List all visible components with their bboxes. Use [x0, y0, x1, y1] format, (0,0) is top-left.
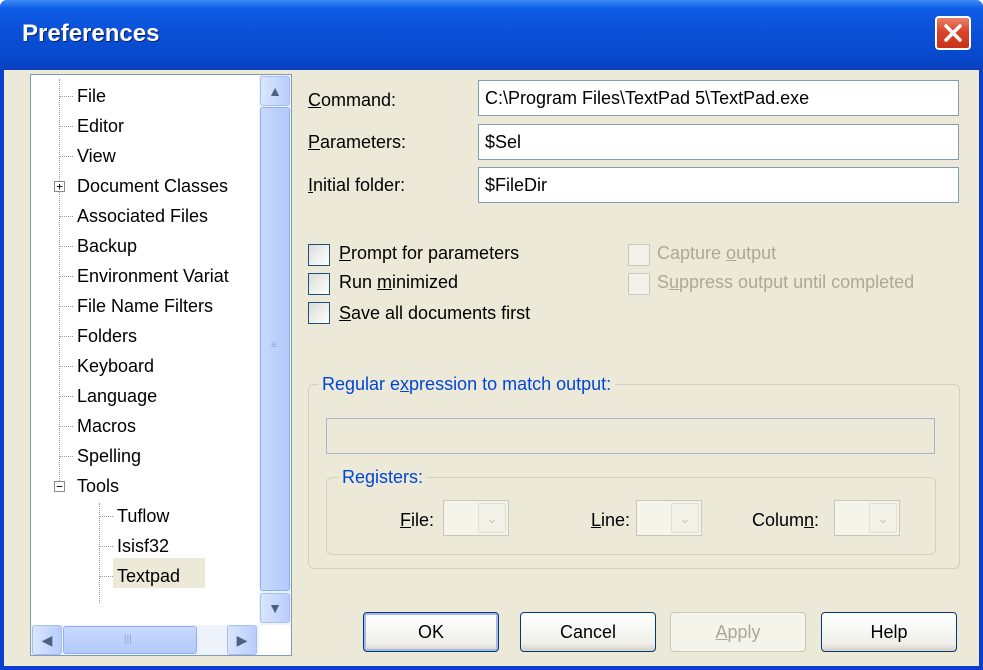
title-bar[interactable]: Preferences	[0, 0, 983, 70]
vertical-scroll-thumb[interactable]: ≡	[260, 107, 290, 591]
tree-line	[59, 276, 73, 277]
tree-item-keyboard[interactable]: Keyboard	[77, 352, 154, 380]
close-icon	[944, 24, 962, 42]
minus-box-icon[interactable]: −	[54, 481, 65, 492]
preferences-window: Preferences + − File Editor View Documen…	[0, 0, 983, 670]
tree-line	[99, 503, 100, 603]
suppress-output-checkbox[interactable]	[628, 273, 650, 295]
scroll-left-icon: ◀	[41, 632, 53, 648]
tree-item-folders[interactable]: Folders	[77, 322, 137, 350]
tree-item-textpad[interactable]: Textpad	[117, 562, 180, 590]
prompt-for-parameters-checkbox[interactable]	[308, 244, 330, 266]
grip-icon: ≡	[271, 340, 277, 351]
tree-line	[59, 426, 73, 427]
file-register-dropdown[interactable]: ⌄	[443, 500, 509, 536]
run-minimized-label[interactable]: Run minimized	[339, 272, 458, 293]
tree-line	[59, 126, 73, 127]
tree-item-isisf32[interactable]: Isisf32	[117, 532, 169, 560]
command-field[interactable]: C:\Program Files\TextPad 5\TextPad.exe	[478, 80, 959, 116]
line-register-dropdown[interactable]: ⌄	[636, 500, 702, 536]
horizontal-scrollbar[interactable]: ◀ ||| ▶	[31, 625, 259, 655]
tree-line	[59, 456, 73, 457]
tree-item-spelling[interactable]: Spelling	[77, 442, 141, 470]
tree-item-view[interactable]: View	[77, 142, 116, 170]
cancel-button[interactable]: Cancel	[520, 612, 656, 652]
tree-item-macros[interactable]: Macros	[77, 412, 136, 440]
scroll-up-icon: ▲	[268, 83, 282, 99]
tree-item-editor[interactable]: Editor	[77, 112, 124, 140]
column-register-dropdown[interactable]: ⌄	[834, 500, 900, 536]
run-minimized-checkbox[interactable]	[308, 273, 330, 295]
tree-line	[59, 246, 73, 247]
tree-item-document-classes[interactable]: Document Classes	[77, 172, 228, 200]
save-all-documents-checkbox[interactable]	[308, 302, 330, 324]
regex-field[interactable]	[326, 418, 935, 454]
tree-line	[59, 336, 73, 337]
file-register-label: File:	[400, 510, 435, 530]
horizontal-scroll-thumb[interactable]: |||	[63, 626, 197, 654]
initial-folder-field[interactable]: $FileDir	[478, 167, 959, 203]
parameters-label: Parameters:	[308, 132, 407, 152]
tree-line	[59, 79, 60, 491]
tree-line	[99, 516, 113, 517]
chevron-down-icon: ⌄	[478, 503, 506, 533]
tree-line	[99, 576, 113, 577]
registers-group-legend: Registers:	[338, 467, 428, 488]
scroll-down-icon: ▼	[268, 600, 282, 616]
column-register-label: Column:	[752, 510, 820, 530]
tree-line	[59, 366, 73, 367]
tree-line	[59, 306, 73, 307]
dialog-body: + − File Editor View Document Classes As…	[4, 70, 979, 666]
tree-line	[59, 216, 73, 217]
apply-button[interactable]: Apply	[670, 612, 806, 652]
grip-icon: |||	[124, 634, 132, 645]
parameters-field[interactable]: $Sel	[478, 124, 959, 160]
chevron-down-icon: ⌄	[671, 503, 699, 533]
capture-output-label[interactable]: Capture output	[657, 243, 776, 264]
plus-box-icon[interactable]: +	[54, 181, 65, 192]
window-title: Preferences	[22, 20, 160, 47]
tree-item-file-name-filters[interactable]: File Name Filters	[77, 292, 213, 320]
regex-group-legend: Regular expression to match output:	[318, 374, 616, 395]
vertical-scrollbar[interactable]: ▲ ≡ ▼	[259, 75, 291, 625]
tree-line	[59, 156, 73, 157]
close-button[interactable]	[935, 16, 971, 50]
scroll-down-button[interactable]: ▼	[260, 593, 290, 623]
command-label: Command:	[308, 90, 397, 110]
prompt-for-parameters-label[interactable]: Prompt for parameters	[339, 243, 519, 264]
scroll-right-button[interactable]: ▶	[227, 625, 257, 655]
chevron-down-icon: ⌄	[869, 503, 897, 533]
initial-folder-label: Initial folder:	[308, 175, 406, 195]
suppress-output-label[interactable]: Suppress output until completed	[657, 272, 914, 293]
scroll-up-button[interactable]: ▲	[260, 76, 290, 106]
scroll-right-icon: ▶	[236, 632, 248, 648]
tree-line	[59, 96, 73, 97]
category-tree[interactable]: + − File Editor View Document Classes As…	[30, 74, 292, 656]
tree-item-tuflow[interactable]: Tuflow	[117, 502, 169, 530]
tree-item-environment-variables[interactable]: Environment Variat	[77, 262, 229, 290]
help-button[interactable]: Help	[821, 612, 957, 652]
tree-line	[59, 396, 73, 397]
tree-item-language[interactable]: Language	[77, 382, 157, 410]
tree-item-tools[interactable]: Tools	[77, 472, 119, 500]
tree-item-associated-files[interactable]: Associated Files	[77, 202, 208, 230]
scroll-left-button[interactable]: ◀	[32, 625, 62, 655]
ok-button[interactable]: OK	[363, 612, 499, 652]
line-register-label: Line:	[591, 510, 631, 530]
tree-item-backup[interactable]: Backup	[77, 232, 137, 260]
save-all-documents-label[interactable]: Save all documents first	[339, 303, 530, 324]
capture-output-checkbox[interactable]	[628, 244, 650, 266]
tree-item-file[interactable]: File	[77, 82, 106, 110]
tree-line	[99, 546, 113, 547]
